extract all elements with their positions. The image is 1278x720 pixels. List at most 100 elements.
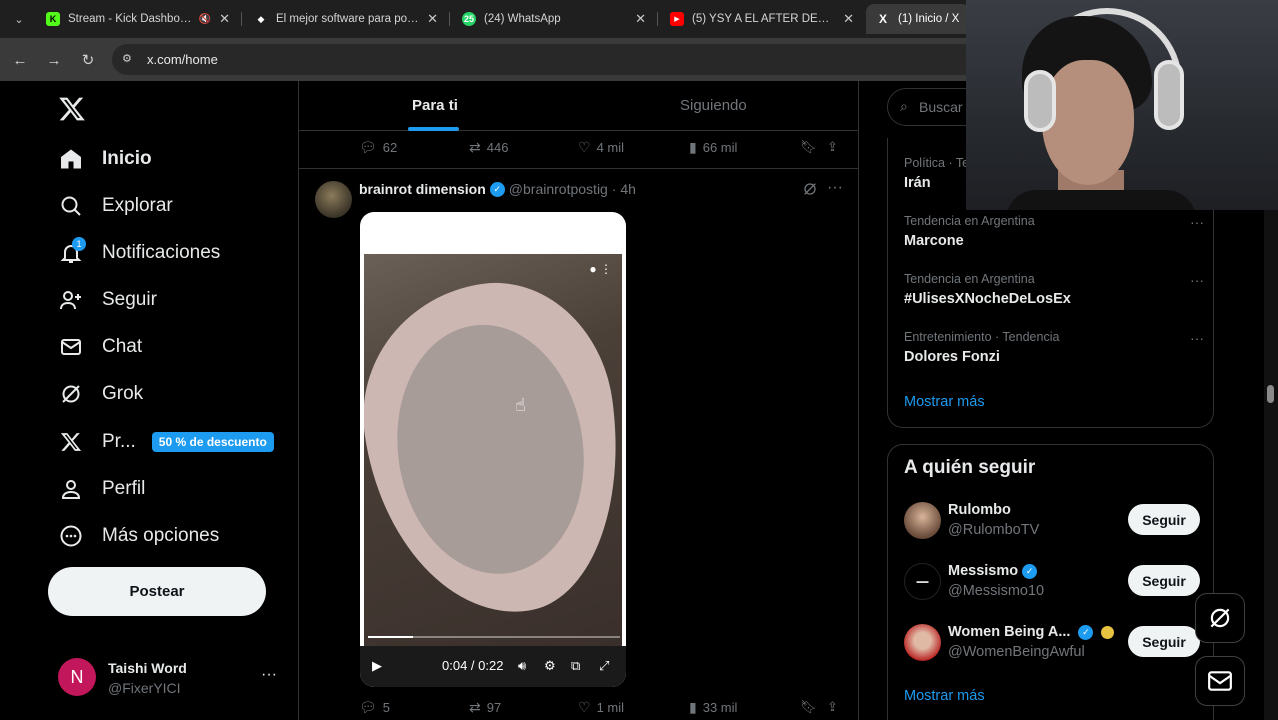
repost-button[interactable]: ⇄ 446 — [469, 139, 508, 156]
main-feed: Para ti Siguiendo 💬︎ 62 ⇄ 446 ♡ 4 mil ▮ 66 m… — [298, 81, 859, 720]
grok-floating-button[interactable] — [1195, 593, 1245, 643]
avatar: N — [58, 658, 96, 696]
share-icon[interactable]: ⇪ — [827, 699, 838, 715]
follow-suggestion[interactable]: ▬▬ Messismo ✓ @Messismo10 Seguir — [904, 563, 1200, 603]
follow-button[interactable]: Seguir — [1128, 565, 1200, 596]
avatar[interactable] — [315, 181, 352, 218]
bookmark-icon[interactable]: 🔖︎ — [800, 139, 817, 155]
sidebar-item-seguir[interactable]: Seguir — [58, 285, 157, 315]
sidebar-item-perfil[interactable]: Perfil — [58, 474, 145, 504]
notification-badge: 1 — [72, 237, 86, 251]
tab-para-ti[interactable]: Para ti — [412, 97, 458, 114]
muted-icon[interactable]: 🔇 — [199, 14, 211, 25]
show-more-follow-link[interactable]: Mostrar más — [904, 688, 985, 704]
tweet-time[interactable]: · 4h — [612, 181, 636, 197]
like-button[interactable]: ♡ 1 mil — [578, 699, 624, 716]
more-icon[interactable]: ··· — [1190, 272, 1204, 288]
account-handle: @FixerYICI — [108, 680, 181, 696]
messages-floating-button[interactable] — [1195, 656, 1245, 706]
sidebar-item-chat[interactable]: Chat — [58, 332, 142, 362]
active-tab-indicator — [408, 127, 459, 131]
author-name[interactable]: brainrot dimension — [359, 181, 486, 197]
discount-badge: 50 % de descuento — [151, 432, 274, 452]
grok-icon[interactable] — [802, 181, 818, 200]
suggestion-handle: @WomenBeingAwful — [948, 644, 1085, 660]
reload-icon[interactable]: ↻ — [77, 49, 99, 71]
sidebar-item-more[interactable]: Más opciones — [58, 521, 219, 551]
video-progress-bar[interactable] — [368, 636, 620, 638]
diamond-icon: ◆ — [257, 13, 265, 24]
trend-item[interactable]: Tendencia en Argentina Marcone ··· — [904, 214, 1204, 249]
tab-siguiendo[interactable]: Siguiendo — [680, 97, 747, 114]
sidebar-item-grok[interactable]: Grok — [58, 379, 143, 409]
close-icon[interactable]: ✕ — [219, 11, 230, 27]
suggestion-handle: @RulomboTV — [948, 522, 1040, 538]
follow-suggestion[interactable]: Rulombo @RulomboTV Seguir — [904, 502, 1200, 542]
bookmark-icon[interactable]: 🔖︎ — [800, 699, 817, 715]
trend-item[interactable]: Tendencia en Argentina #UlisesXNocheDeLo… — [904, 272, 1204, 307]
more-icon[interactable]: ··· — [827, 179, 843, 197]
tab-title: El mejor software para poten — [276, 13, 420, 25]
settings-icon[interactable]: ⚙ — [544, 658, 556, 674]
views-button[interactable]: ▮ 33 mil — [689, 699, 737, 716]
sidebar-item-label: Explorar — [102, 195, 173, 216]
more-icon[interactable]: ··· — [1190, 214, 1204, 230]
trend-name: Marcone — [904, 233, 964, 249]
more-icon[interactable]: ··· — [261, 666, 277, 684]
sidebar-item-label: Perfil — [102, 478, 146, 499]
forward-icon[interactable]: → — [43, 49, 65, 71]
tab-youtube[interactable]: ▶ (5) YSY A EL AFTER DEL AFTE ✕ — [660, 4, 864, 34]
volume-icon[interactable]: 🔊︎ — [518, 658, 526, 674]
site-settings-icon[interactable]: ⚙ — [122, 52, 138, 66]
sidebar-item-inicio[interactable]: Inicio — [58, 144, 152, 174]
gold-badge-icon — [1101, 625, 1115, 639]
scrollbar[interactable] — [1264, 210, 1278, 720]
video-frame[interactable]: ● ⋮ — [364, 254, 622, 646]
video-player[interactable]: ● ⋮ ▶ 0:04 / 0:22 🔊︎ ⚙ ⧉ ⤢ — [360, 212, 626, 687]
avatar — [904, 502, 941, 539]
video-content — [364, 268, 622, 630]
views-button[interactable]: ▮ 66 mil — [689, 139, 737, 156]
video-options-icon[interactable]: ● ⋮ — [589, 262, 612, 276]
play-icon[interactable]: ▶ — [372, 658, 382, 674]
close-icon[interactable]: ✕ — [635, 11, 646, 27]
trend-item[interactable]: Entretenimiento · Tendencia Dolores Fonz… — [904, 330, 1204, 365]
follow-suggestion[interactable]: Women Being A... ✓ @WomenBeingAwful Segui… — [904, 624, 1200, 664]
post-button[interactable]: Postear — [48, 567, 266, 616]
reply-button[interactable]: 💬︎ 5 — [359, 699, 390, 716]
reply-button[interactable]: 💬︎ 62 — [359, 139, 397, 156]
more-icon[interactable]: ··· — [1190, 330, 1204, 346]
search-icon — [58, 193, 84, 219]
scrollbar-thumb[interactable] — [1267, 385, 1274, 403]
tab-software[interactable]: ◆ El mejor software para poten ✕ — [244, 4, 448, 34]
x-logo-icon[interactable] — [58, 95, 86, 123]
close-icon[interactable]: ✕ — [843, 11, 854, 27]
tab-whatsapp[interactable]: 25 (24) WhatsApp ✕ — [452, 4, 656, 34]
x-premium-icon — [58, 429, 84, 455]
author-handle[interactable]: @brainrotpostig — [509, 181, 608, 197]
close-icon[interactable]: ✕ — [427, 11, 438, 27]
account-switcher[interactable]: N Taishi Word @FixerYICI ··· — [58, 656, 283, 700]
pip-icon[interactable]: ⧉ — [571, 658, 580, 674]
webcam-overlay — [966, 0, 1278, 210]
share-icon[interactable]: ⇪ — [827, 139, 838, 155]
tweet-header: brainrot dimension ✓ @brainrotpostig · 4… — [359, 181, 636, 197]
tab-search-icon[interactable]: ⌄ — [8, 8, 30, 30]
youtube-icon: ▶ — [670, 12, 684, 26]
fullscreen-icon[interactable]: ⤢ — [599, 658, 609, 674]
bell-icon: 1 — [58, 237, 86, 266]
like-button[interactable]: ♡ 4 mil — [578, 139, 624, 156]
repost-button[interactable]: ⇄ 97 — [469, 699, 501, 716]
reply-icon: 💬︎ — [359, 139, 377, 155]
back-icon[interactable]: ← — [9, 49, 31, 71]
repost-icon: ⇄ — [469, 139, 481, 155]
url-text: x.com/home — [147, 52, 218, 67]
sidebar-item-notificaciones[interactable]: 1 Notificaciones — [58, 237, 220, 268]
follow-button[interactable]: Seguir — [1128, 504, 1200, 535]
tab-x[interactable]: X (1) Inicio / X — [866, 4, 970, 34]
tab-kick[interactable]: K Stream - Kick Dashboard 🔇 ✕ — [36, 4, 240, 34]
sidebar-item-explorar[interactable]: Explorar — [58, 191, 173, 221]
sidebar-item-premium[interactable]: Pr... 50 % de descuento — [58, 427, 274, 457]
follow-button[interactable]: Seguir — [1128, 626, 1200, 657]
show-more-trends-link[interactable]: Mostrar más — [904, 394, 985, 410]
